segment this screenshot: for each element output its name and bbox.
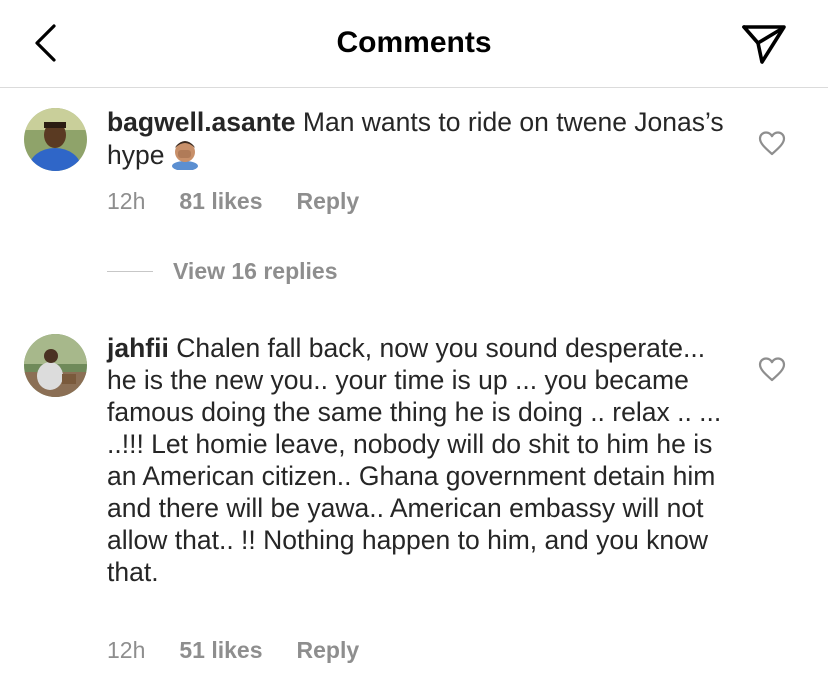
comment-username[interactable]: jahfii bbox=[107, 333, 169, 363]
replies-divider bbox=[107, 271, 153, 272]
comment-text: bagwell.asante Man wants to ride on twen… bbox=[107, 106, 727, 177]
view-replies-button[interactable]: View 16 replies bbox=[107, 258, 338, 285]
paper-plane-icon bbox=[742, 25, 786, 64]
avatar-image bbox=[24, 108, 87, 171]
share-button[interactable] bbox=[740, 22, 788, 66]
face-palm-emoji bbox=[170, 138, 200, 177]
comment-time: 12h bbox=[107, 637, 146, 663]
comment-meta: 12h 51 likes Reply bbox=[107, 637, 359, 664]
avatar[interactable] bbox=[24, 334, 87, 397]
comment-meta: 12h 81 likes Reply bbox=[107, 188, 359, 215]
reply-button[interactable]: Reply bbox=[297, 637, 360, 664]
comment-body: Chalen fall back, now you sound desperat… bbox=[107, 333, 722, 587]
comment-time: 12h bbox=[107, 188, 146, 214]
heart-icon[interactable] bbox=[758, 356, 786, 382]
header: Comments bbox=[0, 0, 828, 88]
heart-icon[interactable] bbox=[758, 130, 786, 156]
likes-count[interactable]: 81 likes bbox=[179, 188, 262, 215]
view-replies-label: View 16 replies bbox=[173, 258, 338, 284]
avatar-image bbox=[24, 334, 87, 397]
comment-text: jahfii Chalen fall back, now you sound d… bbox=[107, 332, 727, 588]
reply-button[interactable]: Reply bbox=[297, 188, 360, 215]
page-title: Comments bbox=[336, 26, 492, 59]
comment-username[interactable]: bagwell.asante bbox=[107, 107, 296, 137]
avatar[interactable] bbox=[24, 108, 87, 171]
comments-screen: Comments bagwell.asante Man wants to rid… bbox=[0, 0, 828, 698]
likes-count[interactable]: 51 likes bbox=[179, 637, 262, 664]
